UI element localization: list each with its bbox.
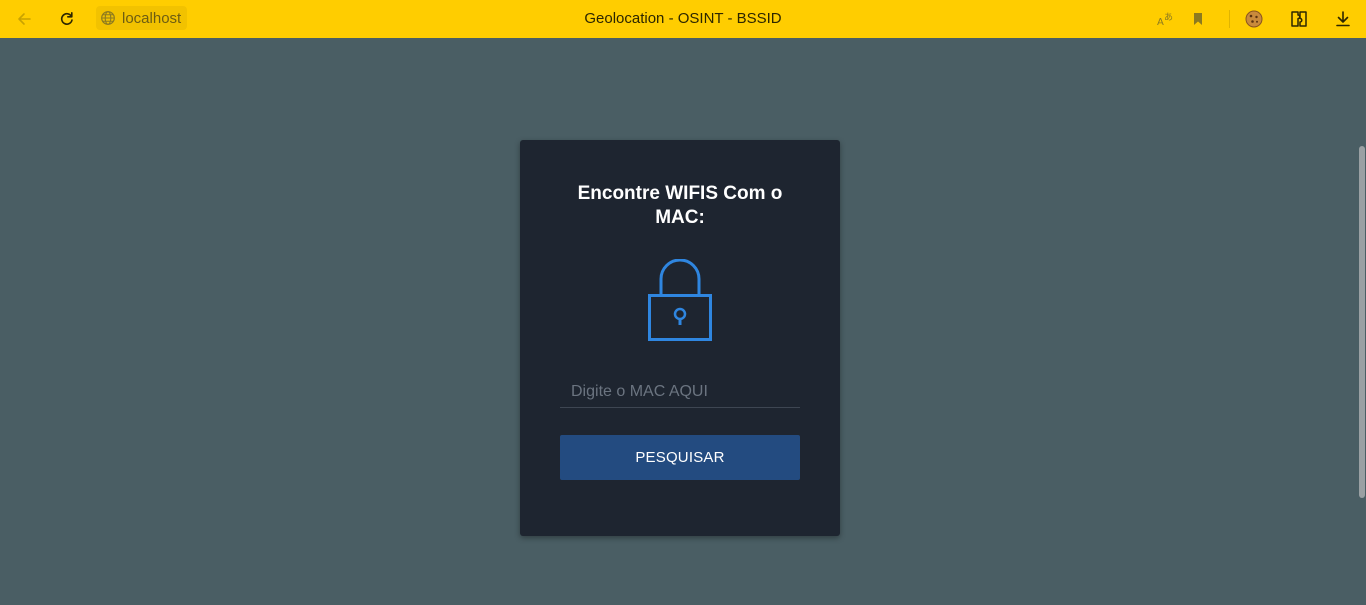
cookie-icon [1245, 10, 1263, 28]
download-icon [1336, 11, 1350, 27]
download-button[interactable] [1331, 7, 1355, 31]
scrollbar-thumb[interactable] [1359, 146, 1365, 498]
bookmark-icon [1194, 13, 1202, 25]
svg-text:A: A [1157, 17, 1164, 28]
toolbar-separator [1229, 10, 1230, 28]
mac-input[interactable] [560, 376, 800, 408]
card-title: Encontre WIFIS Com o MAC: [577, 183, 783, 228]
cookie-button[interactable] [1242, 7, 1266, 31]
translate-button[interactable]: A あ [1153, 7, 1177, 31]
search-button[interactable]: PESQUISAR [560, 435, 800, 480]
search-card: Encontre WIFIS Com o MAC: PESQUISAR [520, 140, 840, 536]
back-button[interactable] [12, 7, 36, 31]
url-text: localhost [122, 9, 182, 27]
address-bar[interactable]: localhost [96, 6, 188, 30]
bookmark-button[interactable] [1186, 7, 1210, 31]
reload-icon [60, 12, 73, 25]
globe-icon [101, 11, 115, 25]
back-arrow-icon [18, 13, 31, 25]
lock-icon [648, 259, 712, 341]
svg-text:あ: あ [1164, 12, 1173, 23]
reload-button[interactable] [55, 7, 79, 31]
browser-toolbar: localhost Geolocation - OSINT - BSSID A … [0, 0, 1366, 38]
extensions-icon [1291, 11, 1307, 27]
translate-icon: A あ [1157, 12, 1173, 28]
extensions-button[interactable] [1287, 7, 1311, 31]
